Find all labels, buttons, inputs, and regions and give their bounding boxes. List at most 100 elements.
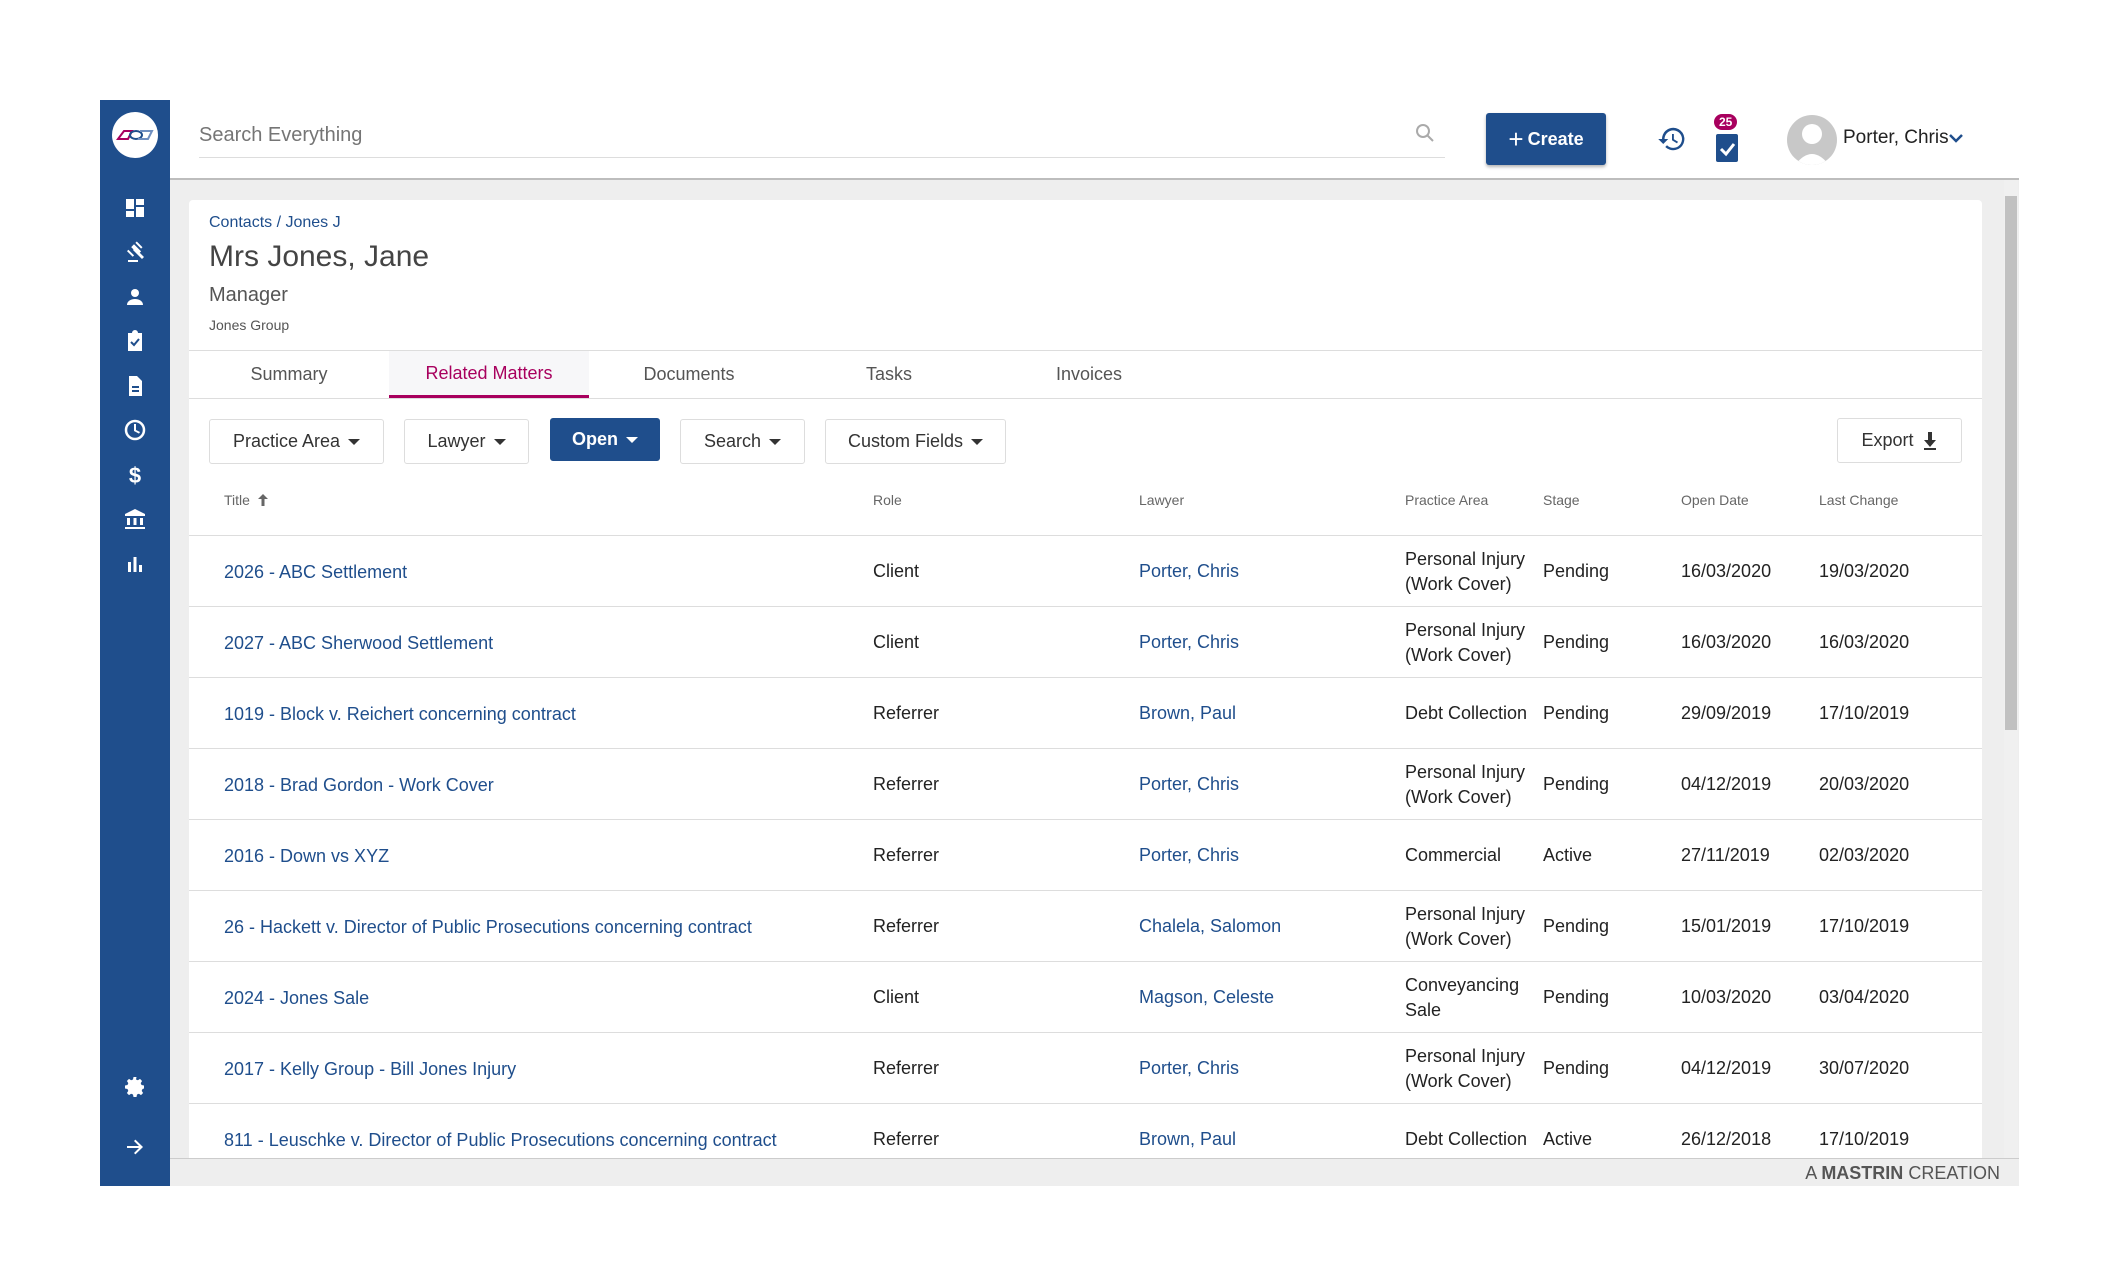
cell-lawyer[interactable]: Magson, Celeste (1139, 985, 1399, 1010)
cell-lawyer[interactable]: Porter, Chris (1139, 559, 1399, 584)
cell-title[interactable]: 811 - Leuschke v. Director of Public Pro… (224, 1128, 844, 1153)
cell-practice-area: Commercial (1405, 845, 1502, 865)
top-bar: Search Everything + Create 25 Porter, Chr… (170, 100, 2019, 180)
scrollbar-thumb[interactable] (2005, 196, 2017, 730)
cell-last-change: 17/10/2019 (1819, 916, 1910, 936)
tab-documents[interactable]: Documents (589, 351, 789, 398)
sidebar-item-bank[interactable] (123, 507, 147, 531)
contact-position: Manager (209, 284, 288, 306)
sidebar-item-arrow-right[interactable] (123, 1135, 147, 1159)
sidebar-item-person[interactable] (123, 285, 147, 309)
table-row[interactable]: 2016 - Down vs XYZ Referrer Porter, Chris C… (189, 819, 1982, 890)
cell-practice-area: Personal Injury (Work Cover) (1405, 1046, 1526, 1091)
content-area: Contacts / Jones J Mrs Jones, Jane Manag… (170, 180, 2019, 1158)
search-filter[interactable]: Search (680, 419, 805, 464)
cell-practice-area: Debt Collection (1405, 703, 1528, 723)
column-header[interactable]: Practice Area (1405, 492, 1488, 508)
sidebar-item-document[interactable] (123, 374, 147, 398)
caret-down-icon (493, 438, 506, 445)
cell-last-change: 16/03/2020 (1819, 632, 1910, 652)
dashboard-icon (126, 199, 144, 217)
contact-organisation: Jones Group (209, 317, 290, 333)
cell-title[interactable]: 26 - Hackett v. Director of Public Prose… (224, 915, 844, 940)
cell-role: Client (873, 987, 920, 1007)
table-row[interactable]: 811 - Leuschke v. Director of Public Pro… (189, 1103, 1982, 1158)
table-row[interactable]: 26 - Hackett v. Director of Public Prose… (189, 890, 1982, 961)
sidebar-item-dashboard[interactable] (123, 196, 147, 220)
cell-role: Referrer (873, 1129, 940, 1149)
cell-title[interactable]: 2017 - Kelly Group - Bill Jones Injury (224, 1057, 844, 1082)
document-icon (129, 376, 142, 396)
cell-last-change: 20/03/2020 (1819, 774, 1910, 794)
caret-down-icon (626, 436, 638, 443)
practice-area-filter[interactable]: Practice Area (209, 419, 384, 464)
table-row[interactable]: 2017 - Kelly Group - Bill Jones Injury Re… (189, 1032, 1982, 1103)
sidebar-item-clipboard-check[interactable] (123, 329, 147, 353)
person-icon (127, 289, 143, 305)
cell-title[interactable]: 2018 - Brad Gordon - Work Cover (224, 773, 844, 798)
cell-title[interactable]: 2016 - Down vs XYZ (224, 844, 844, 869)
chevron-down-icon[interactable] (1948, 131, 1964, 150)
caret-down-icon (971, 438, 984, 445)
download-icon (1923, 431, 1936, 450)
table-row[interactable]: 1019 - Block v. Reichert concerning cont… (189, 677, 1982, 748)
history-icon[interactable] (1657, 124, 1687, 159)
tasks-icon[interactable] (1716, 134, 1738, 162)
sidebar-item-clock[interactable] (123, 418, 147, 442)
sidebar-item-gear[interactable] (123, 1075, 147, 1099)
sidebar-item-dollar[interactable]: $ (123, 463, 147, 488)
cell-lawyer[interactable]: Porter, Chris (1139, 772, 1399, 797)
create-button[interactable]: + Create (1486, 113, 1606, 165)
export-button[interactable]: Export (1837, 418, 1962, 463)
tab-tasks[interactable]: Tasks (789, 351, 989, 398)
cell-lawyer[interactable]: Brown, Paul (1139, 1127, 1399, 1152)
cell-lawyer[interactable]: Porter, Chris (1139, 630, 1399, 655)
user-name[interactable]: Porter, Chris (1843, 127, 1949, 149)
contact-card: Contacts / Jones J Mrs Jones, Jane Manag… (189, 200, 1982, 1158)
tab-summary[interactable]: Summary (189, 351, 389, 398)
clipboard-check-icon (128, 330, 142, 351)
tab-invoices[interactable]: Invoices (989, 351, 1189, 398)
search-icon[interactable] (1415, 123, 1435, 148)
divider (189, 398, 1982, 399)
cell-title[interactable]: 2024 - Jones Sale (224, 986, 844, 1011)
column-header[interactable]: Title (224, 492, 270, 508)
search-input[interactable]: Search Everything (199, 122, 1445, 158)
avatar[interactable] (1787, 115, 1837, 165)
column-header[interactable]: Open Date (1681, 492, 1749, 508)
cell-title[interactable]: 2027 - ABC Sherwood Settlement (224, 631, 844, 656)
cell-practice-area: Personal Injury (Work Cover) (1405, 904, 1526, 949)
caret-down-icon (769, 438, 782, 445)
table-row[interactable]: 2026 - ABC Settlement Client Porter, Chris… (189, 535, 1982, 606)
column-header[interactable]: Lawyer (1139, 492, 1184, 508)
dollar-icon: $ (129, 463, 141, 488)
cell-lawyer[interactable]: Porter, Chris (1139, 843, 1399, 868)
app-logo[interactable] (112, 112, 158, 158)
table-row[interactable]: 2027 - ABC Sherwood Settlement Client Port… (189, 606, 1982, 677)
lawyer-filter[interactable]: Lawyer (404, 419, 529, 464)
breadcrumb[interactable]: Contacts / Jones J (209, 214, 341, 232)
cell-last-change: 17/10/2019 (1819, 703, 1910, 723)
scrollbar[interactable] (2004, 180, 2018, 1158)
cell-last-change: 30/07/2020 (1819, 1058, 1910, 1078)
cell-title[interactable]: 1019 - Block v. Reichert concerning cont… (224, 702, 844, 727)
plus-icon: + (1508, 123, 1524, 154)
status-filter[interactable]: Open (550, 418, 660, 461)
cell-title[interactable]: 2026 - ABC Settlement (224, 560, 844, 585)
column-header[interactable]: Stage (1543, 492, 1580, 508)
page-title: Mrs Jones, Jane (209, 240, 430, 273)
cell-role: Referrer (873, 703, 940, 723)
table-row[interactable]: 2024 - Jones Sale Client Magson, Celeste Co… (189, 961, 1982, 1032)
table-row[interactable]: 2018 - Brad Gordon - Work Cover Referrer P… (189, 748, 1982, 819)
sidebar-item-bar-chart[interactable] (123, 552, 147, 576)
sidebar-item-gavel[interactable] (123, 240, 147, 264)
cell-lawyer[interactable]: Chalela, Salomon (1139, 914, 1399, 939)
custom-fields-filter[interactable]: Custom Fields (825, 419, 1006, 464)
tab-related-matters[interactable]: Related Matters (389, 351, 589, 398)
cell-lawyer[interactable]: Porter, Chris (1139, 1056, 1399, 1081)
svg-text:$: $ (129, 463, 141, 487)
column-header[interactable]: Role (873, 492, 902, 508)
cell-lawyer[interactable]: Brown, Paul (1139, 701, 1399, 726)
brand-name: MASTRIN (1821, 1163, 1904, 1183)
column-header[interactable]: Last Change (1819, 492, 1898, 508)
